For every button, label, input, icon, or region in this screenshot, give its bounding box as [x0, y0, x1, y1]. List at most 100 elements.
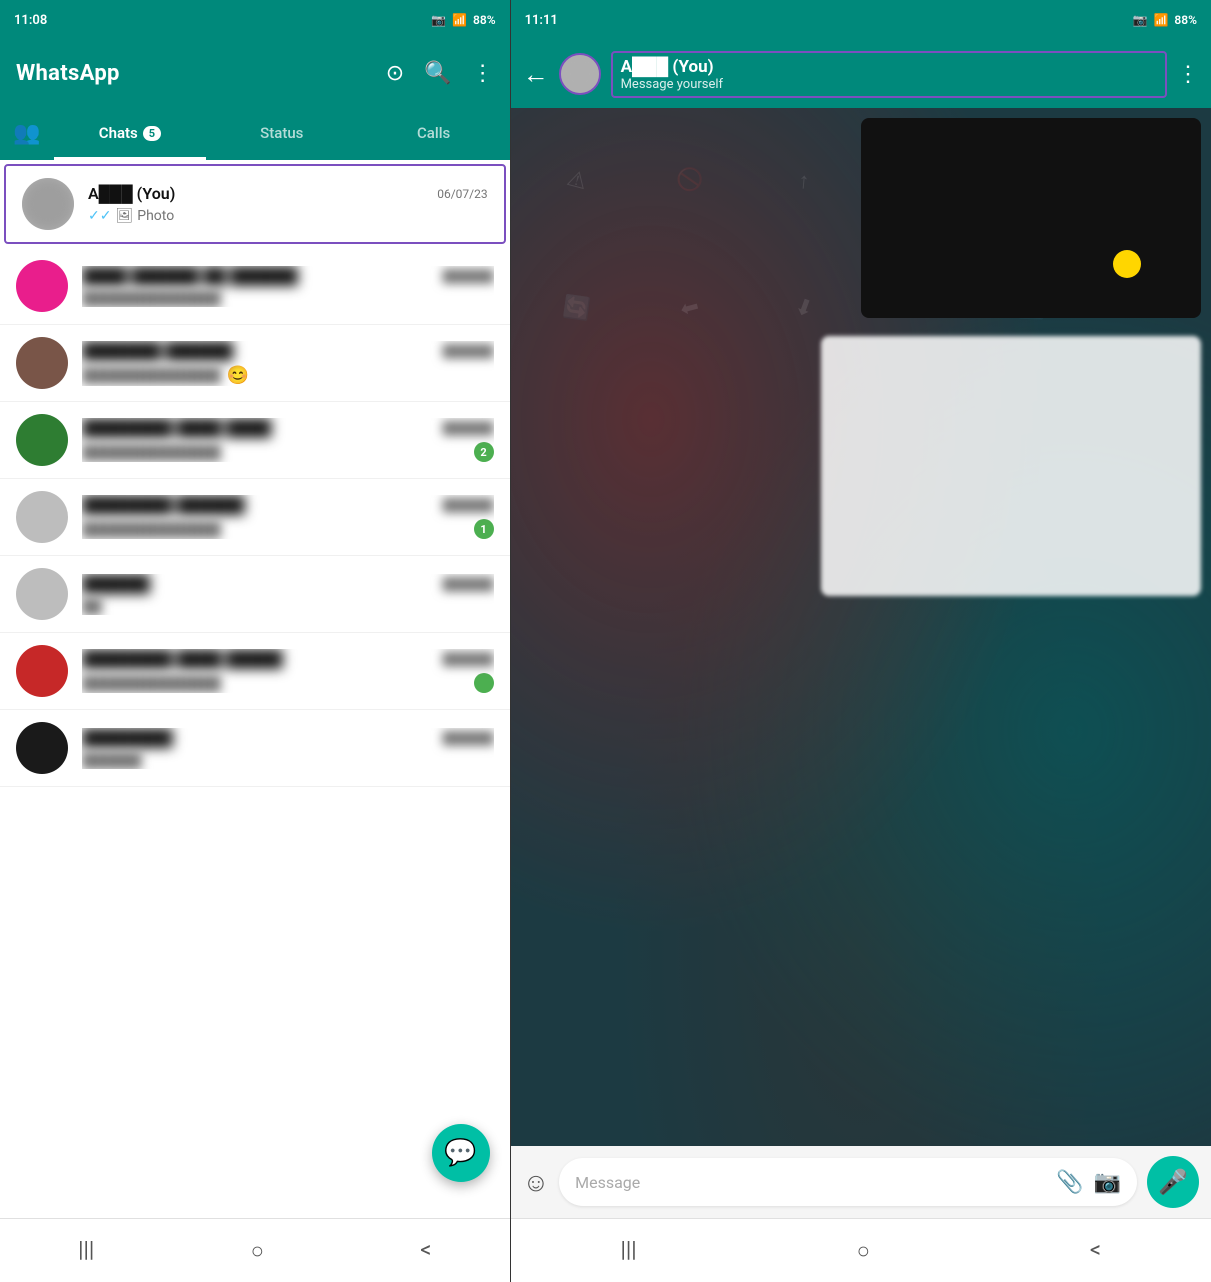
mic-icon: 🎤 — [1158, 1168, 1188, 1196]
status-label: Status — [260, 124, 303, 142]
self-chat-time: 06/07/23 — [437, 187, 487, 201]
nav-back-icon[interactable]: < — [420, 1238, 431, 1263]
list-item[interactable]: ██████ ██████ ██ — [0, 556, 510, 633]
chat-content-3: ████████ ████ ████ ██████ ██████████████… — [82, 418, 494, 462]
message-input-wrap[interactable]: Message 📎 📷 — [559, 1158, 1137, 1206]
chat-top-3: ████████ ████ ████ ██████ — [82, 418, 494, 438]
chats-badge: 5 — [143, 126, 161, 141]
right-status-bar: 11:11 📷 📶 88% — [511, 0, 1211, 40]
chat-avatar-2 — [16, 337, 68, 389]
community-tab-icon[interactable]: 👥 — [0, 106, 54, 160]
chat-time-4: ██████ — [443, 498, 494, 512]
yellow-dot — [1113, 250, 1141, 278]
chat-content-6: ████████ ████ █████ ██████ █████████████… — [82, 649, 494, 693]
chat-name-1: ████ ██████ ██ ██████ — [82, 266, 435, 286]
message-area — [511, 108, 1211, 1146]
new-chat-fab[interactable]: 💬 — [432, 1124, 490, 1182]
camera-input-icon[interactable]: 📷 — [1094, 1170, 1121, 1195]
list-item[interactable]: ████ ██████ ██ ██████ ██████ ███████████… — [0, 248, 510, 325]
list-item[interactable]: ████████ ████ █████ ██████ █████████████… — [0, 633, 510, 710]
back-icon[interactable]: ← — [523, 59, 549, 90]
screenshot-white-message — [821, 336, 1201, 596]
emoji-button[interactable]: ☺ — [523, 1167, 550, 1198]
nav-home-icon[interactable]: ○ — [251, 1238, 264, 1264]
chat-name-5: ██████ — [82, 574, 435, 594]
battery-left: 88% — [473, 13, 496, 27]
chat-avatar-4 — [16, 491, 68, 543]
chat-name-6: ████████ ████ █████ — [82, 649, 435, 669]
network-icon-r: 📶 — [1153, 13, 1168, 27]
camera-icon[interactable]: ⊙ — [386, 61, 404, 86]
nav-back-icon-r[interactable]: < — [1090, 1238, 1101, 1263]
chat-top-7: ████████ ██████ — [82, 728, 494, 748]
list-item[interactable]: ████████ ██████ ██████ ██████████████ 1 — [0, 479, 510, 556]
chat-item-self[interactable]: A███ (You) 06/07/23 ✓✓ 🖼 Photo — [4, 164, 506, 244]
nav-home-icon-r[interactable]: ○ — [857, 1238, 870, 1264]
chat-top-6: ████████ ████ █████ ██████ — [82, 649, 494, 669]
chat-toolbar: ← A███ (You) Message yourself ⋮ — [511, 40, 1211, 108]
signal-icon: 📶 — [452, 13, 467, 27]
chat-avatar-blur — [561, 55, 599, 93]
chat-avatar-5 — [16, 568, 68, 620]
self-avatar — [22, 178, 74, 230]
tab-status[interactable]: Status — [206, 106, 358, 160]
left-bottom-nav: ||| ○ < — [0, 1218, 510, 1282]
chat-time-2: ██████ — [443, 344, 494, 358]
chat-preview-4: ██████████████ — [82, 521, 221, 538]
chat-preview-6: ██████████████ — [82, 675, 221, 692]
self-chat-preview: ✓✓ 🖼 Photo — [88, 208, 488, 224]
left-status-icons: 📷 📶 88% — [431, 13, 495, 27]
list-item[interactable]: ████████ ██████ ██████ — [0, 710, 510, 787]
community-icon: 👥 — [13, 121, 40, 146]
chat-contact-name: A███ (You) — [621, 57, 1157, 77]
right-time: 11:11 — [525, 13, 558, 28]
tabs-bar: 👥 Chats 5 Status Calls — [0, 106, 510, 160]
chat-avatar-1 — [16, 260, 68, 312]
right-phone: 11:11 📷 📶 88% ← A███ (You) Message yours… — [511, 0, 1211, 1282]
screenshot-black-message — [861, 118, 1201, 318]
right-status-icons: 📷 📶 88% — [1133, 13, 1197, 27]
list-item[interactable]: ████████ ████ ████ ██████ ██████████████… — [0, 402, 510, 479]
chat-preview-5: ██ — [82, 598, 494, 615]
chat-time-6: ██████ — [443, 652, 494, 666]
more-options-icon[interactable]: ⋮ — [472, 61, 494, 86]
chats-label: Chats — [99, 124, 138, 142]
chat-header-avatar — [559, 53, 601, 95]
chat-header-info[interactable]: A███ (You) Message yourself — [611, 51, 1167, 98]
more-options-chat-icon[interactable]: ⋮ — [1177, 62, 1199, 87]
chat-preview-3: ██████████████ — [82, 444, 221, 461]
chat-name-4: ████████ ██████ — [82, 495, 435, 515]
attachment-icon[interactable]: 📎 — [1056, 1170, 1083, 1195]
search-icon[interactable]: 🔍 — [424, 61, 451, 86]
chat-top-1: ████ ██████ ██ ██████ ██████ — [82, 266, 494, 286]
left-phone: 11:08 📷 📶 88% WhatsApp ⊙ 🔍 ⋮ 👥 Chats 5 S… — [0, 0, 510, 1282]
chat-content-1: ████ ██████ ██ ██████ ██████ ███████████… — [82, 266, 494, 307]
self-chat-top: A███ (You) 06/07/23 — [88, 184, 488, 204]
chat-preview-2: ██████████████ — [82, 367, 221, 384]
mic-button[interactable]: 🎤 — [1147, 1156, 1199, 1208]
chat-bubble-icon: 💬 — [444, 1138, 476, 1168]
whatsapp-toolbar: WhatsApp ⊙ 🔍 ⋮ — [0, 40, 510, 106]
message-input-placeholder[interactable]: Message — [575, 1173, 1046, 1192]
calls-label: Calls — [417, 124, 450, 142]
chat-avatar-3 — [16, 414, 68, 466]
message-input-bar: ☺ Message 📎 📷 🎤 — [511, 1146, 1211, 1218]
double-check-icon: ✓✓ — [88, 208, 111, 224]
tab-chats[interactable]: Chats 5 — [54, 106, 206, 160]
tab-calls[interactable]: Calls — [358, 106, 510, 160]
left-time: 11:08 — [14, 13, 47, 28]
chat-time-7: ██████ — [443, 731, 494, 745]
chat-top-4: ████████ ██████ ██████ — [82, 495, 494, 515]
chat-time-1: ██████ — [443, 269, 494, 283]
chat-time-5: ██████ — [443, 577, 494, 591]
chat-content-2: ███████ ██████ ██████ ██████████████ 😊 — [82, 341, 494, 386]
app-title: WhatsApp — [16, 61, 120, 86]
chat-background: ⚠ 🚫 ↑ ⬆ ↪ ⚠ 🔄 ⬅ ⬇ ↩ 🔃 ⚠ — [511, 108, 1211, 1146]
nav-recent-icon-r[interactable]: ||| — [621, 1238, 637, 1263]
battery-right: 88% — [1174, 13, 1197, 27]
chat-content-4: ████████ ██████ ██████ ██████████████ 1 — [82, 495, 494, 539]
chat-name-3: ████████ ████ ████ — [82, 418, 435, 438]
photo-preview-text: Photo — [137, 208, 174, 224]
nav-recent-icon[interactable]: ||| — [78, 1238, 94, 1263]
list-item[interactable]: ███████ ██████ ██████ ██████████████ 😊 — [0, 325, 510, 402]
